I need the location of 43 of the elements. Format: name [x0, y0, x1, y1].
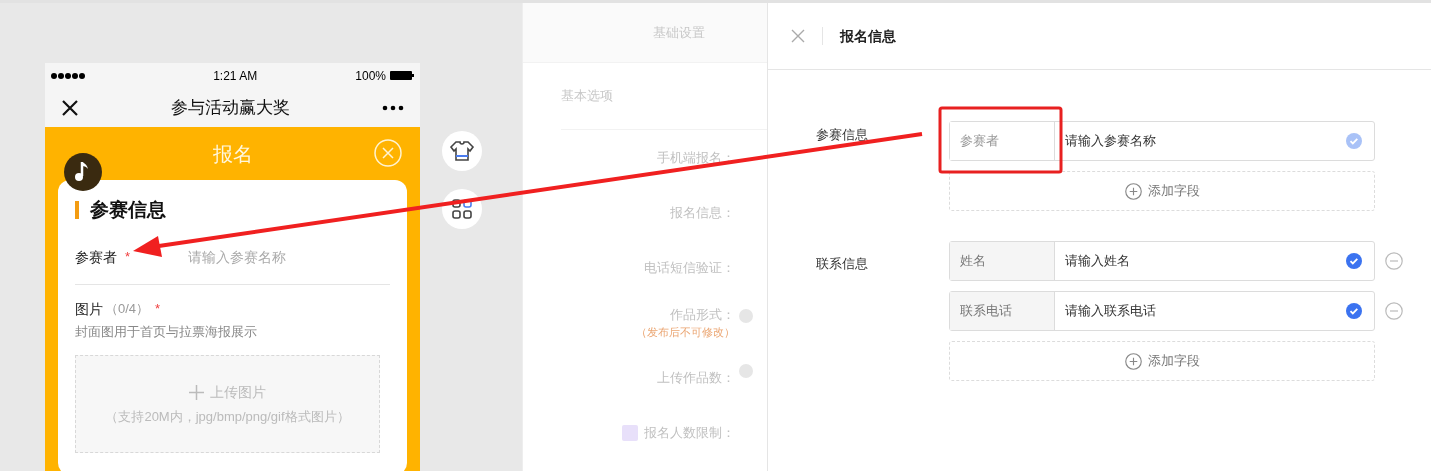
status-time: 1:21 AM — [213, 67, 258, 85]
add-field-button[interactable]: 添加字段 — [949, 171, 1375, 211]
upload-note: （支持20M内，jpg/bmp/png/gif格式图片） — [105, 407, 350, 426]
required-mark: * — [125, 248, 131, 267]
setting-label: 作品形式： — [670, 305, 735, 324]
check-icon[interactable] — [1346, 253, 1362, 269]
accent-bar — [75, 201, 79, 220]
signal-icon — [51, 71, 85, 80]
field-name-input[interactable]: 参赛者 — [950, 122, 1055, 160]
form-title: 报名 — [212, 141, 253, 167]
add-field-button[interactable]: 添加字段 — [949, 341, 1375, 381]
more-icon[interactable] — [382, 104, 404, 111]
setting-note: （发布后不可修改） — [636, 325, 735, 340]
field-label: 参赛者 — [75, 247, 117, 267]
setting-label: 报名人数限制： — [644, 423, 735, 442]
placeholder-text: 请输入联系电话 — [1064, 302, 1157, 321]
plus-circle-icon — [1124, 182, 1142, 200]
battery-icon — [390, 71, 414, 80]
music-note-icon[interactable] — [64, 153, 102, 191]
required-mark: * — [155, 300, 161, 319]
setting-label: 报名信息： — [670, 203, 735, 222]
field-name: 联系电话 — [950, 292, 1055, 330]
field-name: 姓名 — [950, 242, 1055, 280]
check-icon[interactable] — [1346, 303, 1362, 319]
placeholder-text: 请输入姓名 — [1064, 252, 1131, 271]
field-hint: 封面图用于首页与拉票海报展示 — [75, 322, 258, 341]
grid-icon[interactable] — [442, 189, 482, 229]
group-label: 参赛信息 — [816, 127, 868, 142]
section-title: 参赛信息 — [90, 198, 166, 222]
input-field[interactable]: 请输入参赛名称 — [188, 246, 390, 268]
setting-label: 电话短信验证： — [644, 258, 735, 277]
drawer-title: 报名信息 — [840, 26, 896, 46]
image-count: （0/4） — [105, 300, 150, 319]
shirt-icon[interactable] — [442, 131, 482, 171]
placeholder-text: 请输入参赛名称 — [1064, 132, 1157, 151]
plus-icon — [189, 384, 204, 400]
field-label: 图片 — [75, 299, 103, 319]
page-title: 参与活动赢大奖 — [171, 96, 290, 119]
battery-percent: 100% — [355, 67, 386, 85]
setting-label: 上传作品数： — [657, 368, 735, 387]
close-icon[interactable] — [61, 98, 79, 117]
plus-circle-icon — [1124, 352, 1142, 370]
group-label: 联系信息 — [816, 256, 868, 271]
